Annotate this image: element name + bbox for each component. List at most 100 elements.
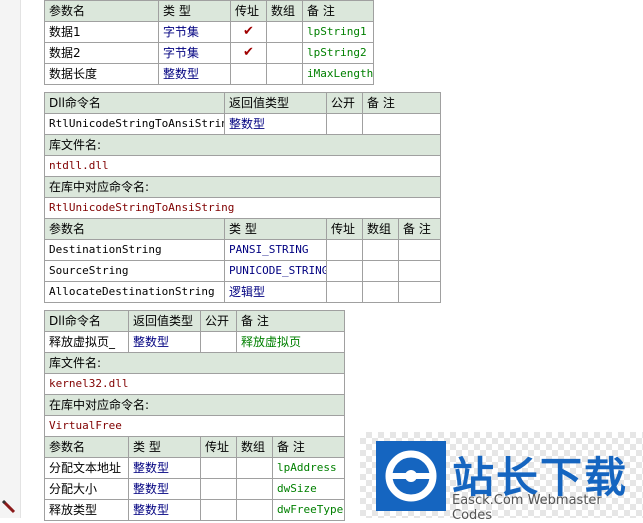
cmd-remark-cell[interactable]: 释放虚拟页 bbox=[235, 331, 346, 353]
param-byref-cell[interactable] bbox=[326, 239, 363, 261]
param-remark-cell[interactable]: iMaxLength bbox=[302, 63, 374, 85]
table-row: 释放类型 整数型 dwFreeType bbox=[44, 499, 346, 521]
dll-cmd-name-cell[interactable]: 释放虚拟页_ bbox=[44, 331, 129, 353]
entry-label-row: 在库中对应命令名: bbox=[43, 176, 442, 198]
param-array-cell[interactable] bbox=[236, 499, 273, 521]
col-header-param-name: 参数名 bbox=[44, 0, 159, 22]
param-byref-cell[interactable] bbox=[200, 499, 237, 521]
col-header-remark: 备 注 bbox=[235, 310, 346, 332]
param-array-cell[interactable] bbox=[362, 281, 399, 303]
table-row: 分配大小 整数型 dwSize bbox=[44, 478, 346, 500]
param-array-cell[interactable] bbox=[266, 42, 303, 64]
col-header-return-type: 返回值类型 bbox=[128, 310, 201, 332]
cmd-header-row: Dll命令名 返回值类型 公开 备 注 bbox=[44, 92, 442, 114]
param-byref-cell[interactable] bbox=[326, 281, 363, 303]
param-remark-cell[interactable] bbox=[397, 239, 442, 261]
entry-value-row: RtlUnicodeStringToAnsiString bbox=[43, 197, 442, 219]
cmd-row: RtlUnicodeStringToAnsiString 整数型 bbox=[44, 113, 442, 135]
watermark-logo-icon bbox=[376, 441, 446, 511]
lib-file-label: 库文件名: bbox=[43, 134, 442, 156]
public-cell[interactable] bbox=[326, 113, 363, 135]
table-row: 数据1 字节集 ✔ lpString1 bbox=[44, 21, 374, 43]
param-name-cell[interactable]: 释放类型 bbox=[44, 499, 129, 521]
col-header-public: 公开 bbox=[200, 310, 237, 332]
col-header-byref: 传址 bbox=[200, 436, 237, 458]
param-array-cell[interactable] bbox=[266, 21, 303, 43]
param-type-cell[interactable]: 字节集 bbox=[158, 21, 231, 43]
table-row: 数据2 字节集 ✔ lpString2 bbox=[44, 42, 374, 64]
col-header-return-type: 返回值类型 bbox=[224, 92, 327, 114]
entry-name-label: 在库中对应命令名: bbox=[43, 394, 346, 416]
param-remark-cell[interactable] bbox=[397, 260, 442, 282]
entry-name-label: 在库中对应命令名: bbox=[43, 176, 442, 198]
col-header-array: 数组 bbox=[362, 218, 399, 240]
return-type-cell[interactable]: 整数型 bbox=[224, 113, 327, 135]
public-cell[interactable] bbox=[200, 331, 237, 353]
dll-cmd-name-cell[interactable]: RtlUnicodeStringToAnsiString bbox=[44, 113, 225, 135]
col-header-remark: 备 注 bbox=[361, 92, 442, 114]
param-array-cell[interactable] bbox=[236, 457, 273, 479]
param-remark-cell[interactable]: dwSize bbox=[271, 478, 346, 500]
dll-command-table-virtualfree: Dll命令名 返回值类型 公开 备 注 释放虚拟页_ 整数型 释放虚拟页 库文件… bbox=[43, 310, 346, 521]
table-row: 分配文本地址 整数型 lpAddress bbox=[44, 457, 346, 479]
param-array-cell[interactable] bbox=[362, 239, 399, 261]
param-name-cell[interactable]: 分配文本地址 bbox=[44, 457, 129, 479]
param-remark-cell[interactable]: lpString2 bbox=[302, 42, 374, 64]
col-header-type: 类 型 bbox=[224, 218, 327, 240]
param-byref-cell[interactable] bbox=[326, 260, 363, 282]
param-type-cell[interactable]: 整数型 bbox=[128, 478, 201, 500]
col-header-dll-cmd: Dll命令名 bbox=[44, 310, 129, 332]
param-byref-cell[interactable] bbox=[200, 457, 237, 479]
param-header-row: 参数名 类 型 传址 数组 备 注 bbox=[44, 436, 346, 458]
entry-name-value[interactable]: VirtualFree bbox=[43, 415, 346, 437]
lib-file-value[interactable]: ntdll.dll bbox=[43, 155, 442, 177]
lib-file-value[interactable]: kernel32.dll bbox=[43, 373, 346, 395]
param-byref-cell[interactable] bbox=[230, 63, 267, 85]
param-array-cell[interactable] bbox=[362, 260, 399, 282]
cmd-header-row: Dll命令名 返回值类型 公开 备 注 bbox=[44, 310, 346, 332]
table-row: AllocateDestinationString 逻辑型 bbox=[44, 281, 442, 303]
col-header-remark: 备 注 bbox=[302, 0, 374, 22]
param-remark-cell[interactable] bbox=[397, 281, 442, 303]
param-type-cell[interactable]: 整数型 bbox=[128, 499, 201, 521]
param-type-cell[interactable]: 逻辑型 bbox=[224, 281, 327, 303]
table-row: DestinationString PANSI_STRING bbox=[44, 239, 442, 261]
param-type-cell[interactable]: PUNICODE_STRING bbox=[224, 260, 327, 282]
col-header-array: 数组 bbox=[266, 0, 303, 22]
entry-label-row: 在库中对应命令名: bbox=[43, 394, 346, 416]
param-name-cell[interactable]: 分配大小 bbox=[44, 478, 129, 500]
return-type-cell[interactable]: 整数型 bbox=[128, 331, 201, 353]
byref-check-icon[interactable]: ✔ bbox=[230, 42, 267, 64]
watermark-subtitle: Easck.Com Webmaster Codes bbox=[452, 493, 602, 523]
param-array-cell[interactable] bbox=[236, 478, 273, 500]
col-header-param-name: 参数名 bbox=[44, 218, 225, 240]
param-name-cell[interactable]: SourceString bbox=[44, 260, 225, 282]
param-remark-cell[interactable]: lpString1 bbox=[302, 21, 374, 43]
cmd-remark-cell[interactable] bbox=[361, 113, 442, 135]
param-name-cell[interactable]: DestinationString bbox=[44, 239, 225, 261]
param-remark-cell[interactable]: dwFreeType bbox=[271, 499, 346, 521]
lib-value-row: ntdll.dll bbox=[43, 155, 442, 177]
col-header-byref: 传址 bbox=[230, 0, 267, 22]
col-header-public: 公开 bbox=[326, 92, 363, 114]
param-name-cell[interactable]: AllocateDestinationString bbox=[44, 281, 225, 303]
param-type-cell[interactable]: 字节集 bbox=[158, 42, 231, 64]
entry-name-value[interactable]: RtlUnicodeStringToAnsiString bbox=[43, 197, 442, 219]
param-header-row: 参数名 类 型 传址 数组 备 注 bbox=[44, 0, 374, 22]
param-name-cell[interactable]: 数据2 bbox=[44, 42, 159, 64]
dll-command-table-rtl: Dll命令名 返回值类型 公开 备 注 RtlUnicodeStringToAn… bbox=[43, 92, 442, 303]
editor-gutter bbox=[0, 0, 21, 518]
param-type-cell[interactable]: 整数型 bbox=[158, 63, 231, 85]
byref-check-icon[interactable]: ✔ bbox=[230, 21, 267, 43]
param-array-cell[interactable] bbox=[266, 63, 303, 85]
param-type-cell[interactable]: PANSI_STRING bbox=[224, 239, 327, 261]
col-header-array: 数组 bbox=[236, 436, 273, 458]
lib-value-row: kernel32.dll bbox=[43, 373, 346, 395]
entry-value-row: VirtualFree bbox=[43, 415, 346, 437]
param-name-cell[interactable]: 数据长度 bbox=[44, 63, 159, 85]
param-name-cell[interactable]: 数据1 bbox=[44, 21, 159, 43]
col-header-remark: 备 注 bbox=[271, 436, 346, 458]
param-type-cell[interactable]: 整数型 bbox=[128, 457, 201, 479]
param-byref-cell[interactable] bbox=[200, 478, 237, 500]
param-remark-cell[interactable]: lpAddress bbox=[271, 457, 346, 479]
